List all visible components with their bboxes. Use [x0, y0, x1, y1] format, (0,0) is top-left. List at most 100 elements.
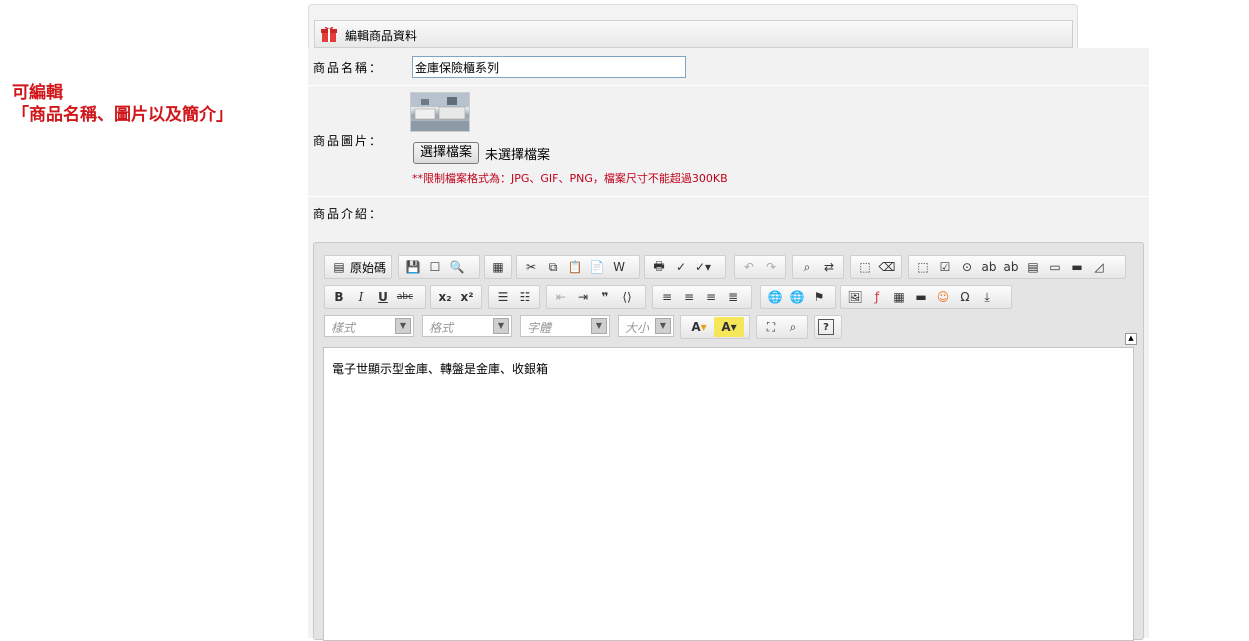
save-icon[interactable]: 💾 — [402, 257, 424, 277]
special-char-icon[interactable]: Ω — [954, 287, 976, 307]
paste-text-icon[interactable]: 📄 — [586, 257, 608, 277]
toolbar-source-group: ▤ 原始碼 — [324, 255, 392, 279]
help-icon[interactable]: ? — [818, 319, 834, 335]
blockquote-icon[interactable]: ❞ — [594, 287, 616, 307]
style-combo-label: 樣式 — [331, 321, 356, 335]
align-right-icon[interactable]: ≡ — [700, 287, 722, 307]
table-icon[interactable]: ▦ — [888, 287, 910, 307]
textarea-icon[interactable]: ab — [1000, 257, 1022, 277]
find-icon[interactable]: ⌕ — [796, 257, 818, 277]
chevron-down-icon: ▼ — [591, 318, 607, 334]
bold-icon[interactable]: B — [328, 287, 350, 307]
bg-color-icon[interactable]: A▾ — [714, 317, 744, 337]
remove-format-icon[interactable]: ⌫ — [876, 257, 898, 277]
annotation-line-2: 「商品名稱、圖片以及簡介」 — [12, 105, 233, 125]
replace-icon[interactable]: ⇄ — [818, 257, 840, 277]
subscript-icon[interactable]: x₂ — [434, 287, 456, 307]
paste-icon[interactable]: 📋 — [564, 257, 586, 277]
templates-icon[interactable]: ▦ — [488, 257, 508, 277]
file-format-note: **限制檔案格式為：JPG、GIF、PNG，檔案尺寸不能超過300KB — [412, 172, 728, 185]
source-button[interactable]: 原始碼 — [350, 259, 386, 276]
image-icon[interactable]: 🖼 — [844, 287, 866, 307]
redo-icon[interactable]: ↷ — [760, 257, 782, 277]
size-combo-label: 大小 — [625, 321, 650, 335]
rich-text-editor: ▤ 原始碼 💾 ☐ 🔍 ▦ ✂ ⧉ 📋 📄 W 🖶 ✓ ✓▾ ↶ ↷ ⌕ ⇄ ⬚… — [313, 242, 1144, 641]
office-image — [411, 93, 469, 131]
flash-icon[interactable]: ƒ — [866, 287, 888, 307]
hidden-field-icon[interactable]: ◿ — [1088, 257, 1110, 277]
panel-title: 編輯商品資料 — [345, 29, 418, 43]
radio-icon[interactable]: ⊙ — [956, 257, 978, 277]
indent-icon[interactable]: ⇥ — [572, 287, 594, 307]
edit-panel-header: 編輯商品資料 — [308, 4, 1078, 49]
choose-file-button[interactable]: 選擇檔案 — [413, 142, 480, 164]
print-icon[interactable]: 🖶 — [648, 257, 670, 277]
italic-icon[interactable]: I — [350, 287, 372, 307]
image-button-icon[interactable]: ▬ — [1066, 257, 1088, 277]
align-center-icon[interactable]: ≡ — [678, 287, 700, 307]
horizontal-rule-icon[interactable]: ▬ — [910, 287, 932, 307]
toolbar-form-group: ⬚ ☑ ⊙ ab ab ▤ ▭ ▬ ◿ — [908, 255, 1126, 279]
select-all-icon[interactable]: ⬚ — [854, 257, 876, 277]
form-icon[interactable]: ⬚ — [912, 257, 934, 277]
size-combo[interactable]: 大小 ▼ — [618, 315, 674, 337]
editor-content-area[interactable]: 電子世顯示型金庫、轉盤是金庫、收銀箱 — [323, 347, 1134, 641]
align-left-icon[interactable]: ≡ — [656, 287, 678, 307]
form-row-intro: 商品介紹： — [308, 197, 1149, 227]
new-page-icon[interactable]: ☐ — [424, 257, 446, 277]
toolbar-clipboard-group: ✂ ⧉ 📋 📄 W — [516, 255, 640, 279]
smiley-icon[interactable]: ☺ — [932, 287, 954, 307]
toolbar-find-group: ⌕ ⇄ — [792, 255, 844, 279]
font-combo-label: 字體 — [527, 321, 552, 335]
copy-icon[interactable]: ⧉ — [542, 257, 564, 277]
text-color-icon[interactable]: A ▾ — [684, 317, 714, 337]
toolbar-tools-group: ⛶ ⌕ — [756, 315, 808, 339]
underline-icon[interactable]: U — [372, 287, 394, 307]
chevron-down-icon: ▼ — [493, 318, 509, 334]
bullet-list-icon[interactable]: ☷ — [514, 287, 536, 307]
align-justify-icon[interactable]: ≣ — [722, 287, 744, 307]
chevron-down-icon: ▼ — [655, 318, 671, 334]
format-combo[interactable]: 格式 ▼ — [422, 315, 512, 337]
toolbar-align-group: ≡ ≡ ≡ ≣ — [652, 285, 752, 309]
show-blocks-icon[interactable]: ⌕ — [782, 317, 804, 337]
font-combo[interactable]: 字體 ▼ — [520, 315, 610, 337]
link-icon[interactable]: 🌐 — [764, 287, 786, 307]
textfield-icon[interactable]: ab — [978, 257, 1000, 277]
product-image-thumbnail — [410, 92, 470, 132]
toolbar-link-group: 🌐 🌐 ⚑ — [760, 285, 836, 309]
strikethrough-icon[interactable]: abc — [394, 287, 416, 307]
maximize-icon[interactable]: ⛶ — [760, 317, 782, 337]
gift-icon — [321, 26, 337, 42]
panel-titlebar: 編輯商品資料 — [314, 20, 1073, 48]
product-form: 商品名稱： 商品圖片： 選擇檔案 未選擇檔案 **限制檔案格式為：JPG、GIF… — [308, 48, 1149, 641]
paste-word-icon[interactable]: W — [608, 257, 630, 277]
spellcheck-icon[interactable]: ✓ — [670, 257, 692, 277]
file-status-text: 未選擇檔案 — [485, 148, 551, 163]
toolbar-doc-group: 💾 ☐ 🔍 — [398, 255, 480, 279]
outdent-icon[interactable]: ⇤ — [550, 287, 572, 307]
name-label: 商品名稱： — [313, 61, 384, 75]
undo-icon[interactable]: ↶ — [738, 257, 760, 277]
annotation-line-1: 可編輯 — [12, 83, 63, 103]
checkbox-icon[interactable]: ☑ — [934, 257, 956, 277]
toolbar-undo-group: ↶ ↷ — [734, 255, 786, 279]
product-name-input[interactable] — [412, 56, 686, 78]
page-break-icon[interactable]: ⤓ — [976, 287, 998, 307]
style-combo[interactable]: 樣式 ▼ — [324, 315, 414, 337]
intro-label: 商品介紹： — [313, 207, 384, 221]
preview-icon[interactable]: 🔍 — [446, 257, 468, 277]
toolbar-color-group: A ▾ A▾ — [680, 315, 750, 339]
numbered-list-icon[interactable]: ☰ — [492, 287, 514, 307]
div-container-icon[interactable]: ⟨⟩ — [616, 287, 638, 307]
unlink-icon[interactable]: 🌐 — [786, 287, 808, 307]
toolbar-list-group: ☰ ☷ — [488, 285, 540, 309]
select-field-icon[interactable]: ▤ — [1022, 257, 1044, 277]
toolbar-print-group: 🖶 ✓ ✓▾ — [644, 255, 726, 279]
cut-icon[interactable]: ✂ — [520, 257, 542, 277]
button-icon[interactable]: ▭ — [1044, 257, 1066, 277]
superscript-icon[interactable]: x² — [456, 287, 478, 307]
collapse-toolbar-icon[interactable]: ▲ — [1125, 333, 1137, 345]
spellcheck-dropdown-icon[interactable]: ✓▾ — [692, 257, 714, 277]
anchor-flag-icon[interactable]: ⚑ — [808, 287, 830, 307]
